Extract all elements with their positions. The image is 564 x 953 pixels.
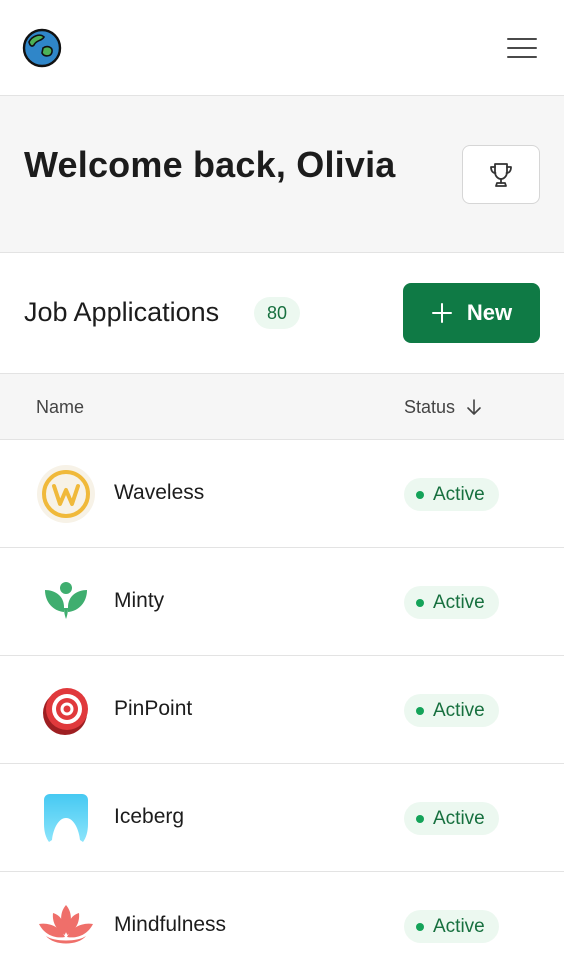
company-name: Minty	[114, 589, 165, 612]
status-badge: Active	[404, 478, 499, 511]
pinpoint-logo	[36, 680, 96, 740]
table-row[interactable]: Waveless Active	[0, 440, 564, 548]
column-header-name[interactable]: Name	[36, 397, 84, 418]
status-dot	[416, 706, 424, 715]
page-title: Welcome back, Olivia	[24, 144, 396, 185]
plus-icon	[431, 303, 452, 323]
status-badge: Active	[404, 586, 499, 619]
status-badge: Active	[404, 802, 499, 835]
table-header: Name Status	[0, 374, 564, 440]
count-badge: 80	[254, 297, 300, 329]
status-dot	[416, 598, 424, 607]
iceberg-logo	[36, 788, 96, 848]
status-dot	[416, 814, 424, 823]
globe-icon[interactable]	[22, 28, 62, 68]
applications-header: Job Applications 80 New	[0, 253, 564, 374]
status-badge: Active	[404, 910, 499, 943]
welcome-banner: Welcome back, Olivia	[0, 96, 564, 253]
status-label: Active	[433, 483, 485, 505]
column-header-status[interactable]: Status	[404, 394, 483, 420]
table-row[interactable]: Mindfulness Active	[0, 872, 564, 953]
arrow-down-icon	[467, 399, 481, 415]
minty-logo	[36, 572, 96, 632]
status-label: Active	[433, 807, 485, 829]
status-label: Active	[433, 591, 485, 613]
mindfulness-logo	[36, 896, 96, 953]
company-name: Waveless	[114, 481, 205, 504]
menu-line	[507, 56, 537, 58]
status-dot	[416, 490, 424, 499]
company-name: PinPoint	[114, 697, 193, 720]
new-button-label: New	[466, 300, 513, 325]
company-name: Iceberg	[114, 805, 185, 828]
status-label: Active	[433, 699, 485, 721]
table-row[interactable]: Iceberg Active	[0, 764, 564, 872]
column-header-status-label: Status	[404, 396, 456, 417]
trophy-icon	[490, 162, 512, 187]
status-label: Active	[433, 915, 485, 937]
menu-line	[507, 47, 537, 49]
top-bar	[0, 0, 564, 96]
section-title: Job Applications	[24, 297, 220, 327]
waveless-logo	[36, 464, 96, 524]
status-dot	[416, 922, 424, 931]
table-row[interactable]: PinPoint Active	[0, 656, 564, 764]
menu-line	[507, 38, 537, 40]
table-row[interactable]: Minty Active	[0, 548, 564, 656]
trophy-button[interactable]	[462, 145, 540, 204]
hamburger-icon[interactable]	[500, 30, 544, 66]
company-name: Mindfulness	[114, 913, 227, 936]
new-button[interactable]: New	[403, 283, 540, 343]
status-badge: Active	[404, 694, 499, 727]
